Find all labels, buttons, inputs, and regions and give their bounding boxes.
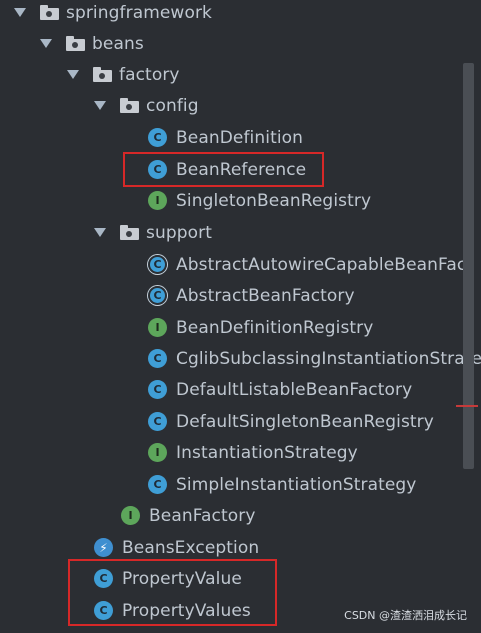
node-label: InstantiationStrategy [176,442,358,463]
interface-icon: I [148,318,167,337]
package-folder-icon [93,67,112,82]
tree-node-abstract-class[interactable]: C AbstractAutowireCapableBeanFact [0,249,481,280]
node-label: SingletonBeanRegistry [176,190,372,211]
vertical-scrollbar[interactable] [463,63,474,469]
package-folder-icon [120,98,139,113]
node-label: beans [92,33,144,54]
highlight-box-bean-reference [123,152,324,187]
package-folder-icon [40,5,59,20]
node-label: BeanDefinitionRegistry [176,317,374,338]
node-label: DefaultListableBeanFactory [176,379,413,400]
class-icon: C [148,128,167,147]
node-label: SimpleInstantiationStrategy [176,474,417,495]
node-label: AbstractBeanFactory [176,285,355,306]
tree-node-interface[interactable]: I SingletonBeanRegistry [0,185,481,216]
tree-node-class[interactable]: C DefaultSingletonBeanRegistry [0,406,481,437]
tree-node-interface[interactable]: I BeanDefinitionRegistry [0,312,481,343]
node-label: DefaultSingletonBeanRegistry [176,411,434,432]
tree-node-class[interactable]: C DefaultListableBeanFactory [0,374,481,405]
tree-node-interface[interactable]: I BeanFactory [0,500,481,531]
expand-arrow-icon[interactable] [40,39,52,48]
node-label: config [146,95,199,116]
highlight-box-property-values [68,559,277,626]
abstract-class-icon: C [148,255,167,274]
node-label: support [146,222,212,243]
expand-arrow-icon[interactable] [94,228,106,237]
node-label: CglibSubclassingInstantiationStrate [176,348,481,369]
interface-icon: I [121,506,140,525]
tree-node-config[interactable]: config [0,90,481,121]
node-label: springframework [66,2,212,23]
node-label: BeansException [122,537,260,558]
tree-node-support[interactable]: support [0,217,481,248]
tree-node-beans[interactable]: beans [0,28,481,59]
node-label: BeanFactory [149,505,256,526]
watermark: CSDN @渣渣洒泪成长记 [344,609,467,622]
node-label: AbstractAutowireCapableBeanFact [176,254,474,275]
project-tree: springframework beans factory config C B… [0,0,481,633]
expand-arrow-icon[interactable] [67,70,79,79]
exception-lightning-icon: ⚡ [94,538,113,557]
interface-icon: I [148,443,167,462]
class-icon: C [148,349,167,368]
expand-arrow-icon[interactable] [94,101,106,110]
tree-node-class[interactable]: C BeanDefinition [0,122,481,153]
tree-node-class[interactable]: C SimpleInstantiationStrategy [0,469,481,500]
package-folder-icon [66,36,85,51]
class-icon: C [148,380,167,399]
tree-node-interface[interactable]: I InstantiationStrategy [0,437,481,468]
class-icon: C [148,412,167,431]
node-label: BeanDefinition [176,127,304,148]
interface-icon: I [148,191,167,210]
expand-arrow-icon[interactable] [14,8,26,17]
red-mark [456,405,478,407]
node-label: factory [119,64,180,85]
tree-node-springframework[interactable]: springframework [0,0,481,28]
class-icon: C [148,475,167,494]
tree-node-factory[interactable]: factory [0,59,481,90]
tree-node-abstract-class[interactable]: C AbstractBeanFactory [0,280,481,311]
abstract-class-icon: C [148,286,167,305]
package-folder-icon [120,225,139,240]
tree-node-class[interactable]: C CglibSubclassingInstantiationStrate [0,343,481,374]
